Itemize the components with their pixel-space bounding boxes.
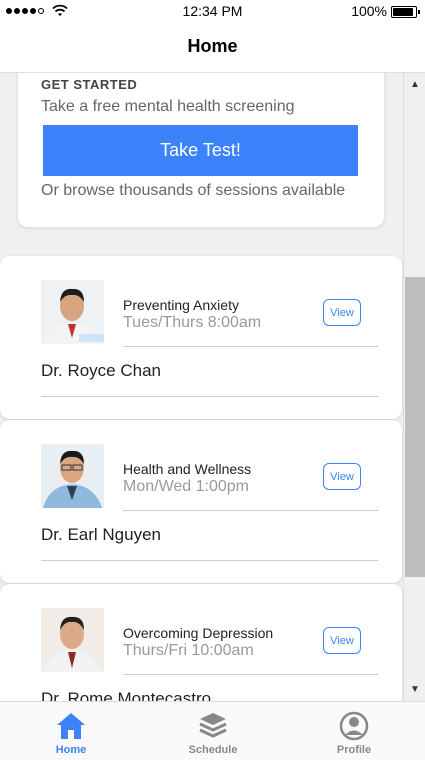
session-card[interactable]: Preventing Anxiety Tues/Thurs 8:00am Vie…: [0, 256, 402, 419]
tab-profile[interactable]: Profile: [294, 702, 414, 760]
browse-sessions-text: Or browse thousands of sessions availabl…: [41, 182, 346, 199]
session-schedule: Mon/Wed 1:00pm: [123, 478, 249, 495]
doctor-name: Dr. Royce Chan: [41, 361, 161, 380]
tab-home[interactable]: Home: [11, 702, 131, 760]
take-test-button[interactable]: Take Test!: [43, 125, 358, 176]
doctor-avatar: [41, 444, 104, 508]
navigation-bar: Home: [0, 22, 425, 73]
user-icon: [339, 711, 369, 741]
view-button[interactable]: View: [323, 299, 361, 326]
session-schedule: Thurs/Fri 10:00am: [123, 642, 254, 659]
tab-label: Schedule: [188, 744, 238, 756]
tab-label: Profile: [336, 744, 372, 756]
divider: [123, 674, 378, 675]
scroll-down-arrow-icon[interactable]: ▼: [404, 684, 425, 695]
session-card[interactable]: Health and Wellness Mon/Wed 1:00pm View …: [0, 420, 402, 583]
status-bar: 12:34 PM 100%: [0, 0, 425, 22]
screening-subtitle: Take a free mental health screening: [41, 98, 295, 115]
divider: [41, 396, 378, 397]
page-title: Home: [187, 36, 238, 56]
tab-bar: Home Schedule Profile: [0, 701, 425, 760]
tab-label: Home: [55, 744, 87, 756]
divider: [123, 346, 378, 347]
view-button[interactable]: View: [323, 463, 361, 490]
layers-icon: [199, 713, 227, 738]
doctor-avatar: [41, 280, 104, 344]
home-icon: [57, 713, 85, 739]
divider: [123, 510, 378, 511]
session-topic: Health and Wellness: [123, 461, 252, 477]
session-schedule: Tues/Thurs 8:00am: [123, 314, 262, 331]
divider: [41, 560, 378, 561]
battery-percentage: 100%: [351, 3, 387, 19]
session-topic: Preventing Anxiety: [123, 297, 239, 313]
doctor-avatar: [41, 608, 104, 672]
doctor-name: Dr. Rome Montecastro: [41, 689, 212, 701]
tab-schedule[interactable]: Schedule: [153, 702, 273, 760]
view-button[interactable]: View: [323, 627, 361, 654]
get-started-heading: GET STARTED: [41, 77, 138, 92]
session-card[interactable]: Overcoming Depression Thurs/Fri 10:00am …: [0, 584, 402, 701]
scroll-content[interactable]: GET STARTED Take a free mental health sc…: [0, 73, 403, 701]
scrollbar[interactable]: ▲ ▼: [403, 73, 425, 701]
scrollbar-thumb[interactable]: [405, 277, 425, 577]
scroll-up-arrow-icon[interactable]: ▲: [404, 79, 425, 90]
session-topic: Overcoming Depression: [123, 625, 274, 641]
doctor-name: Dr. Earl Nguyen: [41, 525, 161, 544]
battery-icon: [391, 6, 420, 18]
get-started-card: GET STARTED Take a free mental health sc…: [18, 73, 384, 227]
